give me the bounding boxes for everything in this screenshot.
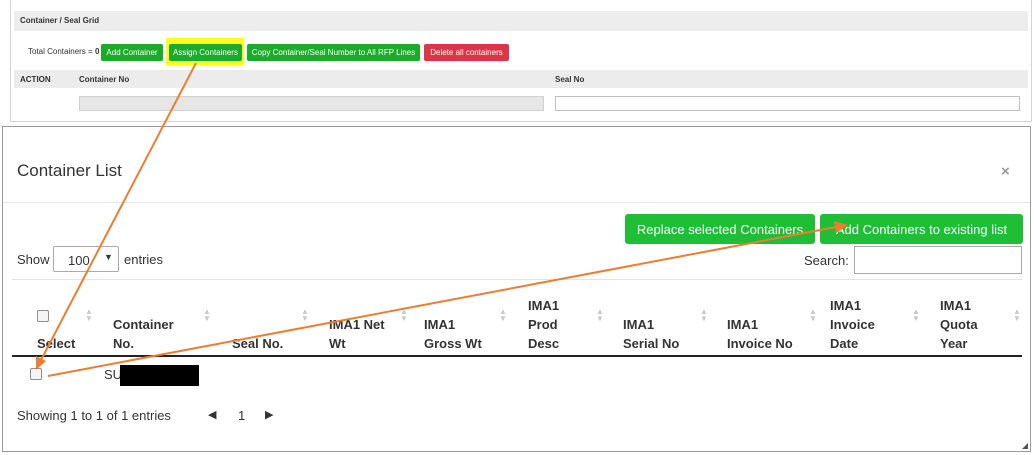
column-header-label: Wt xyxy=(329,336,346,351)
column-header-label: Seal No. xyxy=(232,336,284,351)
column-header-label: Container xyxy=(113,317,174,332)
entries-select-value: 100 xyxy=(68,253,90,268)
entries-per-page-select[interactable]: 100 ▼ xyxy=(53,246,119,272)
search-label: Search: xyxy=(804,253,849,268)
column-header-label: Invoice xyxy=(830,317,875,332)
column-header-label: IMA1 xyxy=(424,317,456,332)
sort-icon[interactable]: ▲ ▼ xyxy=(809,308,817,323)
column-header-label: IMA1 xyxy=(727,317,759,332)
column-header-label: IMA1 xyxy=(623,317,655,332)
chevron-down-icon: ▼ xyxy=(104,252,113,262)
redaction-box xyxy=(120,365,199,386)
column-header[interactable]: IMA1 Invoice Date xyxy=(830,296,875,353)
show-label: Show xyxy=(17,252,50,267)
sort-icon[interactable]: ▲ ▼ xyxy=(912,308,920,323)
container-list-modal: Container List × Replace selected Contai… xyxy=(2,126,1031,452)
col-action: ACTION xyxy=(20,75,51,84)
sort-icon[interactable]: ▲ ▼ xyxy=(700,308,708,323)
sort-icon[interactable]: ▲ ▼ xyxy=(499,308,507,323)
assign-containers-button[interactable]: Assign Containers xyxy=(169,44,242,61)
column-header[interactable]: IMA1 Net Wt xyxy=(329,315,385,353)
grid-title: Container / Seal Grid xyxy=(14,11,1028,31)
column-header-label: Invoice No xyxy=(727,336,793,351)
add-containers-to-existing-list-button[interactable]: Add Containers to existing list xyxy=(820,214,1023,244)
row-select-checkbox[interactable] xyxy=(30,368,42,380)
sort-icon[interactable]: ▲ ▼ xyxy=(203,308,211,323)
total-containers-text: Total Containers = xyxy=(28,47,95,56)
modal-divider xyxy=(3,202,1030,203)
column-header[interactable]: IMA1 Gross Wt xyxy=(424,315,482,353)
column-header-label: Select xyxy=(37,336,76,351)
column-header-label: IMA1 xyxy=(830,298,862,313)
total-containers-label: Total Containers = 0 xyxy=(28,47,99,56)
search-input[interactable] xyxy=(854,246,1022,274)
container-seal-grid: Container / Seal Grid Total Containers =… xyxy=(10,0,1032,122)
column-header[interactable]: Container No. xyxy=(113,315,174,353)
previous-page-icon[interactable]: ◀ xyxy=(208,408,216,421)
column-header[interactable]: Seal No. xyxy=(232,334,283,353)
column-header-label: IMA1 xyxy=(528,298,560,313)
add-container-button[interactable]: Add Container xyxy=(101,44,163,61)
sort-icon[interactable]: ▲ ▼ xyxy=(400,308,408,323)
col-seal-no: Seal No xyxy=(555,75,585,84)
delete-all-containers-button[interactable]: Delete all containers xyxy=(424,44,509,61)
copy-container-seal-button[interactable]: Copy Container/Seal Number to All RFP Li… xyxy=(247,44,420,61)
close-icon[interactable]: × xyxy=(1001,163,1010,180)
next-page-icon[interactable]: ▶ xyxy=(265,408,273,421)
resize-grip-icon[interactable] xyxy=(1022,443,1028,449)
container-no-input[interactable] xyxy=(79,96,544,111)
grid-column-header: ACTION Container No Seal No xyxy=(14,70,1028,88)
table-info: Showing 1 to 1 of 1 entries xyxy=(17,408,171,423)
seal-no-input[interactable] xyxy=(555,96,1020,111)
column-header-label: Year xyxy=(940,336,968,351)
column-header-label: IMA1 xyxy=(940,298,972,313)
column-header-label: Gross Wt xyxy=(424,336,482,351)
table-top-border xyxy=(12,279,1022,280)
column-header[interactable]: Select xyxy=(37,334,75,353)
column-header-label: Desc xyxy=(528,336,560,351)
replace-selected-containers-button[interactable]: Replace selected Containers xyxy=(625,214,815,244)
sort-icon[interactable]: ▲ ▼ xyxy=(596,308,604,323)
col-container-no: Container No xyxy=(79,75,130,84)
column-header-label: Quota xyxy=(940,317,978,332)
column-header-label: No. xyxy=(113,336,134,351)
column-header-label: IMA1 Net xyxy=(329,317,385,332)
column-header[interactable]: IMA1 Quota Year xyxy=(940,296,978,353)
total-containers-count: 0 xyxy=(94,47,100,56)
sort-icon[interactable]: ▲ ▼ xyxy=(301,308,309,323)
modal-title: Container List xyxy=(17,161,122,180)
entries-label: entries xyxy=(124,252,164,267)
sort-icon[interactable]: ▲ ▼ xyxy=(1013,308,1021,323)
column-header[interactable]: IMA1 Serial No xyxy=(623,315,679,353)
column-header-label: Prod xyxy=(528,317,558,332)
sort-icon[interactable]: ▲ ▼ xyxy=(85,308,93,323)
column-header-label: Serial No xyxy=(623,336,680,351)
column-header[interactable]: IMA1 Invoice No xyxy=(727,315,793,353)
page-1-button[interactable]: 1 xyxy=(238,408,245,423)
column-header[interactable]: IMA1 Prod Desc xyxy=(528,296,559,353)
select-all-checkbox[interactable] xyxy=(37,310,49,322)
column-header-label: Date xyxy=(830,336,859,351)
table-header-border xyxy=(12,355,1022,357)
